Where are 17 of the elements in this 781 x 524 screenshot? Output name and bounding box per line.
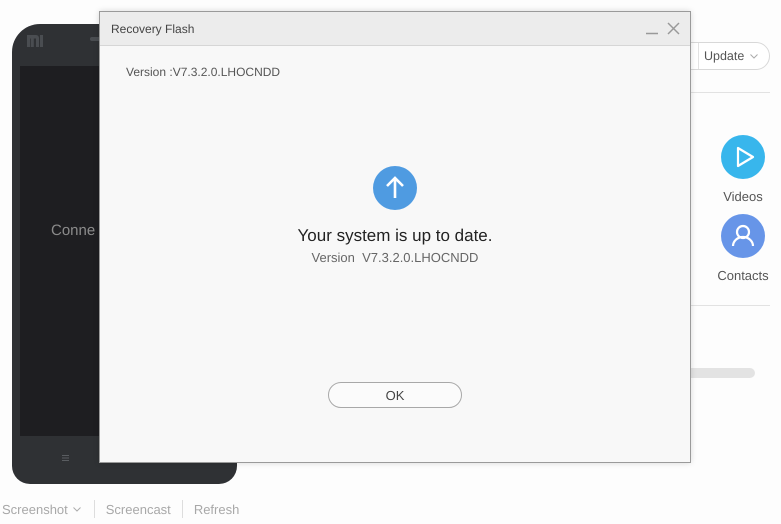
- ok-button[interactable]: OK: [328, 382, 462, 408]
- upload-icon: [372, 166, 417, 210]
- status-message: Your system is up to date.: [298, 226, 492, 246]
- person-icon[interactable]: [721, 214, 765, 258]
- version-text: Version V7.3.2.0.LHOCNDD: [312, 250, 478, 265]
- caret-icon[interactable]: [72, 506, 81, 512]
- window-title: Recovery Flash: [111, 22, 196, 36]
- menu-icon: [62, 455, 69, 461]
- logo-icon: [27, 35, 43, 47]
- play-icon[interactable]: [721, 135, 765, 179]
- connection-text: Conne: [51, 222, 96, 238]
- update-button[interactable]: Update: [699, 43, 769, 69]
- close-icon[interactable]: [667, 22, 680, 35]
- shortcut-label[interactable]: Videos: [723, 189, 763, 204]
- version-text: Version :V7.3.2.0.LHOCNDD: [126, 65, 280, 79]
- shortcut-label[interactable]: Contacts: [717, 268, 769, 283]
- caret-icon[interactable]: [750, 54, 758, 58]
